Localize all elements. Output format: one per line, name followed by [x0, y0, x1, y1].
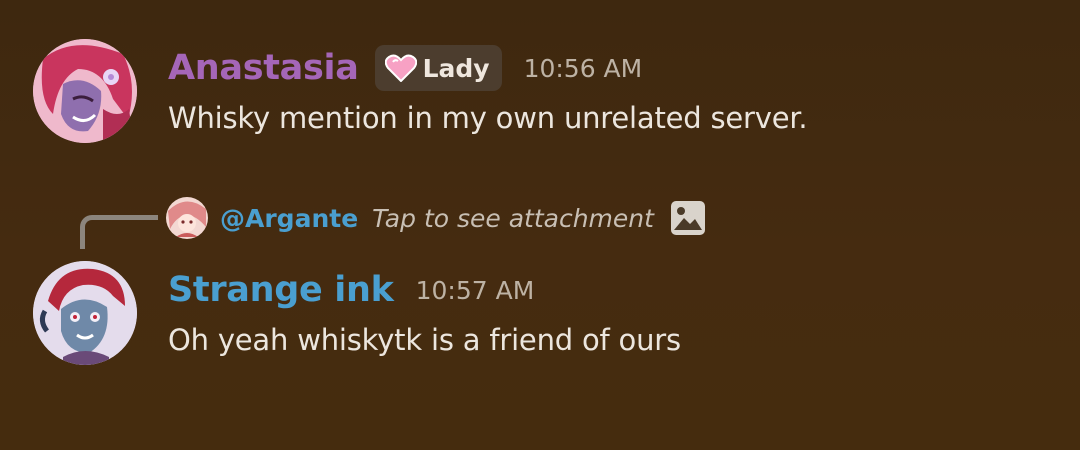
username-anastasia[interactable]: Anastasia: [168, 48, 359, 88]
username-strange-ink[interactable]: Strange ink: [168, 270, 394, 310]
pink-heart-icon: [384, 54, 417, 82]
reply-author-mention[interactable]: @Argante: [220, 204, 358, 233]
message-header-strange-ink: Strange ink 10:57 AM: [168, 266, 534, 314]
reply-spine: [80, 215, 158, 249]
role-tag[interactable]: Lady: [374, 45, 502, 91]
message-content: Oh yeah whiskytk is a friend of ours: [168, 323, 681, 357]
avatar-anastasia[interactable]: [33, 39, 137, 143]
timestamp: 10:57 AM: [415, 275, 535, 305]
message-header-anastasia: Anastasia Lady 10:56 AM: [168, 44, 642, 92]
image-icon[interactable]: [670, 200, 706, 236]
message-content: Whisky mention in my own unrelated serve…: [168, 101, 808, 135]
avatar-argante: [166, 197, 208, 239]
message-strange-ink: Strange ink 10:57 AM Oh yeah whiskytk is…: [0, 250, 1080, 400]
role-tag-label: Lady: [422, 53, 490, 83]
reply-preview-text[interactable]: Tap to see attachment: [372, 204, 654, 233]
timestamp: 10:56 AM: [523, 53, 643, 83]
reply-reference[interactable]: @Argante Tap to see attachment: [166, 196, 706, 240]
avatar-strange-ink[interactable]: [33, 261, 137, 365]
message-anastasia: Anastasia Lady 10:56 AM Whisky mention i…: [0, 0, 1080, 180]
